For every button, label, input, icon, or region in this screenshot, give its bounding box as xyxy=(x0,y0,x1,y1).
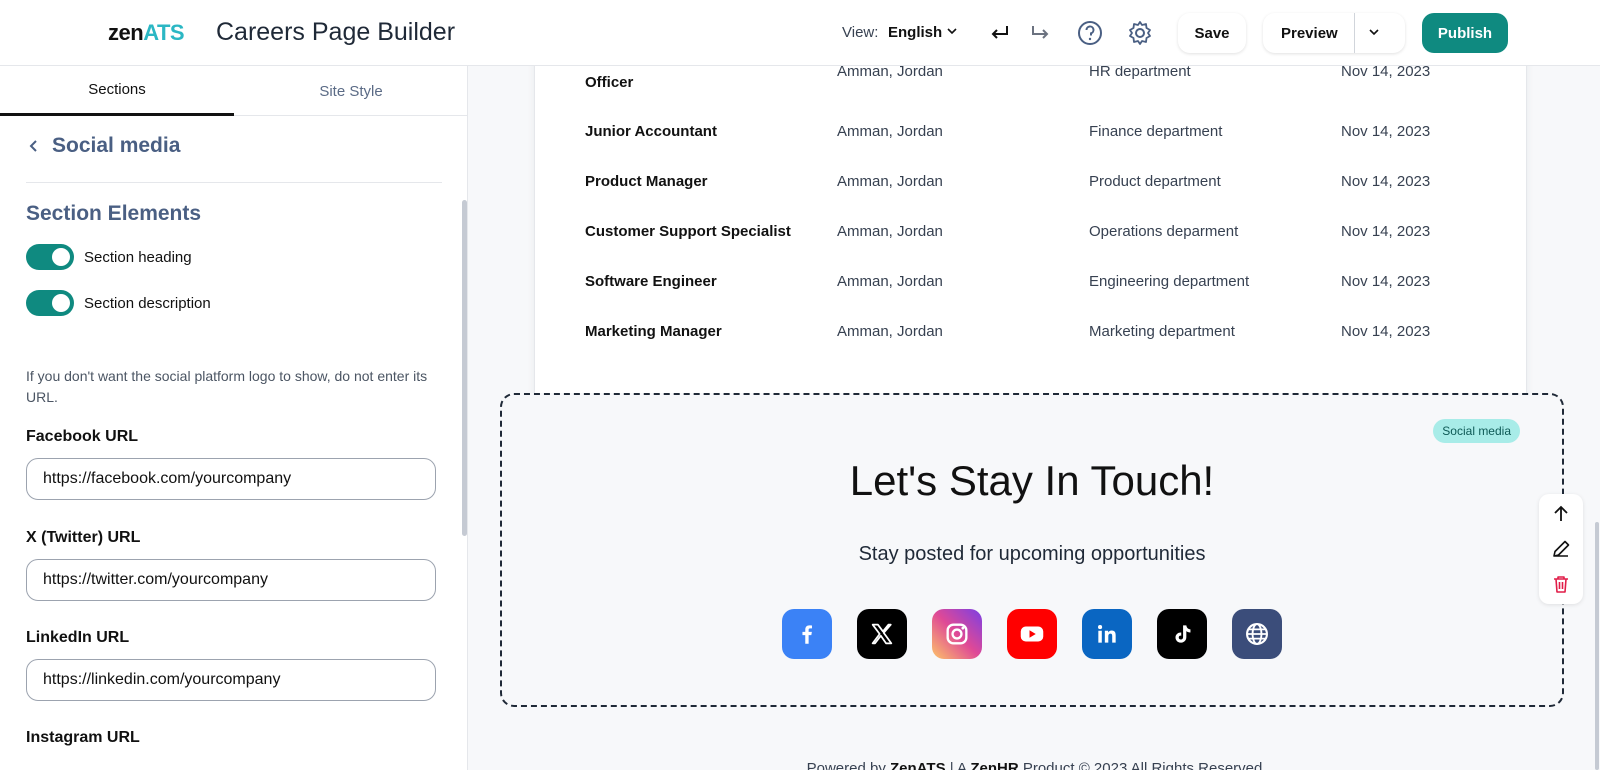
chevron-left-icon xyxy=(29,140,37,152)
toggle-label: Section description xyxy=(84,294,211,312)
top-bar: zenATS Careers Page Builder View: Englis… xyxy=(0,0,1600,66)
table-row[interactable]: Software Engineer Amman, Jordan Engineer… xyxy=(535,273,1528,297)
table-row[interactable]: Customer Support Specialist Amman, Jorda… xyxy=(535,223,1528,247)
table-row[interactable]: Junior Accountant Amman, Jordan Finance … xyxy=(535,123,1528,147)
job-department: Engineering department xyxy=(1089,273,1250,290)
tab-sections[interactable]: Sections xyxy=(0,66,234,116)
social-media-section[interactable]: Social media Let's Stay In Touch! Stay p… xyxy=(500,393,1564,707)
job-department: Finance department xyxy=(1089,123,1223,140)
publish-button[interactable]: Publish xyxy=(1422,13,1508,53)
chevron-down-icon[interactable] xyxy=(1367,25,1381,43)
job-date: Nov 14, 2023 xyxy=(1341,323,1431,340)
toggle-row-heading: Section heading xyxy=(26,244,192,270)
job-title: Software Engineer xyxy=(585,273,717,290)
canvas-scrollbar[interactable] xyxy=(1595,522,1599,770)
back-to-sections[interactable]: Social media xyxy=(26,134,180,158)
table-row[interactable]: Product Manager Amman, Jordan Product de… xyxy=(535,173,1528,197)
job-title: Marketing Manager xyxy=(585,323,722,340)
x-twitter-icon[interactable] xyxy=(857,609,907,659)
job-title: Customer Support Specialist xyxy=(585,223,791,240)
section-type-badge: Social media xyxy=(1433,419,1520,443)
twitter-url-label: X (Twitter) URL xyxy=(26,529,141,546)
view-label: View: xyxy=(842,24,879,41)
sidebar-scrollbar[interactable] xyxy=(462,200,467,536)
page-canvas: Officer Amman, Jordan HR department Nov … xyxy=(469,66,1600,770)
trash-icon[interactable] xyxy=(1547,570,1575,598)
website-icon[interactable] xyxy=(1232,609,1282,659)
sidebar-tabs: Sections Site Style xyxy=(0,66,467,116)
job-date: Nov 14, 2023 xyxy=(1341,223,1431,240)
facebook-url-field[interactable] xyxy=(26,458,436,500)
instagram-icon[interactable] xyxy=(932,609,982,659)
button-divider xyxy=(1354,13,1355,53)
job-date: Nov 14, 2023 xyxy=(1341,273,1431,290)
move-up-icon[interactable] xyxy=(1547,500,1575,528)
job-location: Amman, Jordan xyxy=(837,273,943,290)
jobs-table: Officer Amman, Jordan HR department Nov … xyxy=(534,66,1527,418)
page-title: Careers Page Builder xyxy=(216,18,456,46)
preview-button[interactable]: Preview xyxy=(1263,13,1405,53)
facebook-icon[interactable] xyxy=(782,609,832,659)
section-description-toggle[interactable] xyxy=(26,290,74,316)
instagram-url-label: Instagram URL xyxy=(26,729,140,746)
hint-text: If you don't want the social platform lo… xyxy=(26,368,428,405)
tiktok-icon[interactable] xyxy=(1157,609,1207,659)
divider xyxy=(26,182,442,183)
sidebar: Sections Site Style Social media Section… xyxy=(0,66,468,770)
edit-pencil-icon[interactable] xyxy=(1547,535,1575,563)
tab-site-style[interactable]: Site Style xyxy=(234,66,467,116)
twitter-url-field[interactable] xyxy=(26,559,436,601)
table-row[interactable]: Officer Amman, Jordan HR department Nov … xyxy=(535,66,1528,93)
job-location: Amman, Jordan xyxy=(837,323,943,340)
section-name: Social media xyxy=(52,134,181,157)
social-description[interactable]: Stay posted for upcoming opportunities xyxy=(502,543,1562,566)
job-department: HR department xyxy=(1089,66,1191,80)
save-button[interactable]: Save xyxy=(1178,13,1246,53)
zenats-logo[interactable]: zenATS xyxy=(108,20,185,46)
job-location: Amman, Jordan xyxy=(837,223,943,240)
job-title: Product Manager xyxy=(585,173,708,190)
linkedin-url-field[interactable] xyxy=(26,659,436,701)
gear-icon[interactable] xyxy=(1125,18,1155,48)
linkedin-url-label: LinkedIn URL xyxy=(26,629,130,646)
facebook-url-label: Facebook URL xyxy=(26,428,139,445)
section-toolbar xyxy=(1539,494,1583,604)
social-icons-row xyxy=(782,609,1282,659)
job-date: Nov 14, 2023 xyxy=(1341,173,1431,190)
help-icon[interactable] xyxy=(1075,18,1105,48)
social-heading[interactable]: Let's Stay In Touch! xyxy=(502,457,1562,505)
job-location: Amman, Jordan xyxy=(837,123,943,140)
preview-label: Preview xyxy=(1281,24,1338,42)
job-location: Amman, Jordan xyxy=(837,173,943,190)
job-department: Product department xyxy=(1089,173,1221,190)
undo-icon[interactable] xyxy=(984,18,1014,48)
toggle-row-description: Section description xyxy=(26,290,211,316)
youtube-icon[interactable] xyxy=(1007,609,1057,659)
table-row[interactable]: Marketing Manager Amman, Jordan Marketin… xyxy=(535,323,1528,347)
job-date: Nov 14, 2023 xyxy=(1341,123,1431,140)
chevron-down-icon[interactable] xyxy=(946,24,958,42)
section-heading-toggle[interactable] xyxy=(26,244,74,270)
page-footer: Powered by ZenATS | A ZenHR Product © 20… xyxy=(806,760,1263,770)
job-department: Marketing department xyxy=(1089,323,1235,340)
job-location: Amman, Jordan xyxy=(837,66,943,80)
linkedin-icon[interactable] xyxy=(1082,609,1132,659)
job-title: Junior Accountant xyxy=(585,123,717,140)
job-department: Operations deparment xyxy=(1089,223,1239,240)
job-date: Nov 14, 2023 xyxy=(1341,66,1431,80)
job-title: Officer xyxy=(585,74,634,91)
toggle-label: Section heading xyxy=(84,248,192,266)
redo-icon[interactable] xyxy=(1026,18,1056,48)
section-elements-title: Section Elements xyxy=(26,202,202,225)
language-select[interactable]: English xyxy=(888,24,942,41)
